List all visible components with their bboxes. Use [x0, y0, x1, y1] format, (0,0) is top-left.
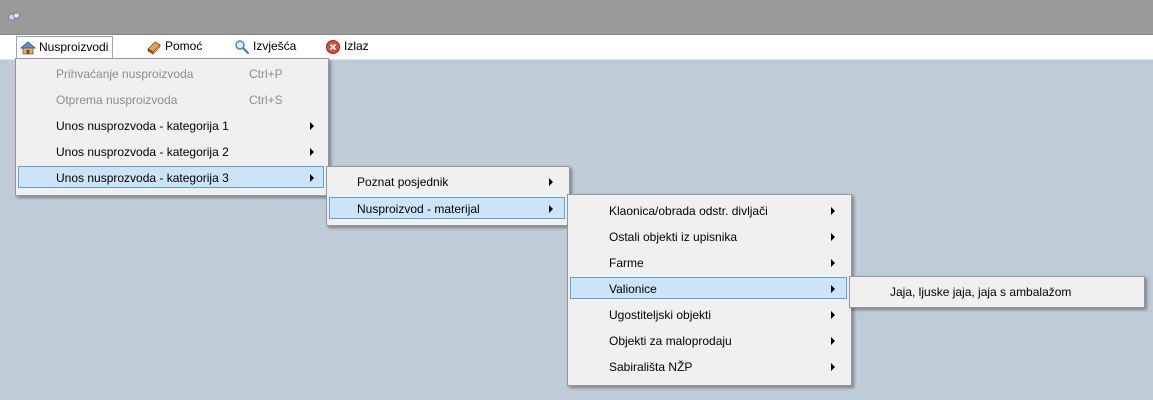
house-icon	[20, 40, 36, 54]
menu-item-label: Objekti za maloprodaju	[609, 334, 732, 348]
submenu-kategorija-3: Poznat posjednik Nusproizvod - materijal	[326, 166, 570, 226]
menu-item-sabiralista[interactable]: Sabirališta NŽP	[570, 355, 847, 377]
menu-item-valionice[interactable]: Valionice	[570, 277, 847, 299]
menu-item-maloprodaja[interactable]: Objekti za maloprodaju	[570, 329, 847, 351]
menu-item-jaja[interactable]: Jaja, ljuske jaja, jaja s ambalažom	[852, 280, 1140, 302]
menu-item-shortcut: Ctrl+P	[249, 67, 283, 81]
menu-item-kategorija-3[interactable]: Unos nusprozvoda - kategorija 3	[18, 166, 324, 188]
menu-item-kategorija-1[interactable]: Unos nusprozvoda - kategorija 1	[18, 114, 324, 136]
dropdown-nusproizvodi: Prihvaćanje nusproizvoda Ctrl+P Otprema …	[15, 58, 329, 196]
menu-item-label: Unos nusprozvoda - kategorija 3	[56, 171, 229, 185]
menu-item-klaonica[interactable]: Klaonica/obrada odstr. divljači	[570, 199, 847, 221]
submenu-arrow-icon	[831, 233, 835, 241]
submenu-arrow-icon	[310, 174, 314, 182]
menu-item-label: Farme	[609, 256, 644, 270]
menu-item-prihvacanje[interactable]: Prihvaćanje nusproizvoda Ctrl+P	[18, 62, 324, 84]
menu-item-label: Ugostiteljski objekti	[609, 308, 712, 322]
menu-item-label: Sabirališta NŽP	[609, 360, 693, 374]
menu-item-ugostiteljski[interactable]: Ugostiteljski objekti	[570, 303, 847, 325]
menu-item-label: Jaja, ljuske jaja, jaja s ambalažom	[890, 285, 1072, 299]
submenu-arrow-icon	[310, 122, 314, 130]
menu-item-label: Klaonica/obrada odstr. divljači	[609, 204, 768, 218]
menu-izvjesca-label: Izvješća	[253, 39, 297, 53]
close-circle-icon	[326, 39, 340, 54]
menu-item-otprema[interactable]: Otprema nusproizvoda Ctrl+S	[18, 88, 324, 110]
menu-item-label: Nusproizvod - materijal	[357, 202, 480, 216]
menu-item-ostali-objekti[interactable]: Ostali objekti iz upisnika	[570, 225, 847, 247]
submenu-arrow-icon	[310, 148, 314, 156]
submenu-arrow-icon	[831, 363, 835, 371]
menu-item-label: Poznat posjednik	[357, 175, 449, 189]
menu-item-label: Ostali objekti iz upisnika	[609, 230, 738, 244]
submenu-arrow-icon	[831, 259, 835, 267]
title-bar	[0, 0, 1153, 35]
menu-item-label: Otprema nusproizvoda	[56, 93, 178, 107]
magnifier-icon	[235, 39, 250, 54]
submenu-nusproizvod-materijal: Klaonica/obrada odstr. divljači Ostali o…	[567, 194, 852, 386]
app-icon	[8, 12, 20, 21]
submenu-arrow-icon	[831, 207, 835, 215]
menu-item-shortcut: Ctrl+S	[249, 93, 283, 107]
book-icon	[147, 40, 161, 55]
menu-item-poznat-posjednik[interactable]: Poznat posjednik	[329, 170, 565, 192]
menu-bar: Nusproizvodi Pomoć Izvješća Izlaz	[0, 35, 1153, 60]
menu-izvjesca[interactable]: Izvješća	[231, 37, 300, 56]
menu-item-nusproizvod-materijal[interactable]: Nusproizvod - materijal	[329, 197, 565, 219]
menu-izlaz[interactable]: Izlaz	[322, 37, 373, 56]
submenu-arrow-icon	[831, 311, 835, 319]
submenu-arrow-icon	[549, 205, 553, 213]
menu-pomoc[interactable]: Pomoć	[143, 37, 206, 56]
menu-izlaz-label: Izlaz	[344, 39, 369, 53]
menu-nusproizvodi-label: Nusproizvodi	[39, 40, 109, 54]
submenu-arrow-icon	[831, 337, 835, 345]
submenu-arrow-icon	[549, 178, 553, 186]
menu-item-label: Unos nusprozvoda - kategorija 2	[56, 145, 229, 159]
menu-item-kategorija-2[interactable]: Unos nusprozvoda - kategorija 2	[18, 140, 324, 162]
menu-pomoc-label: Pomoć	[165, 39, 203, 53]
menu-item-label: Unos nusprozvoda - kategorija 1	[56, 119, 229, 133]
menu-nusproizvodi[interactable]: Nusproizvodi	[16, 36, 114, 59]
submenu-arrow-icon	[831, 285, 835, 293]
menu-item-label: Prihvaćanje nusproizvoda	[56, 67, 194, 81]
menu-item-label: Valionice	[609, 282, 657, 296]
menu-item-farme[interactable]: Farme	[570, 251, 847, 273]
submenu-valionice: Jaja, ljuske jaja, jaja s ambalažom	[849, 276, 1145, 308]
